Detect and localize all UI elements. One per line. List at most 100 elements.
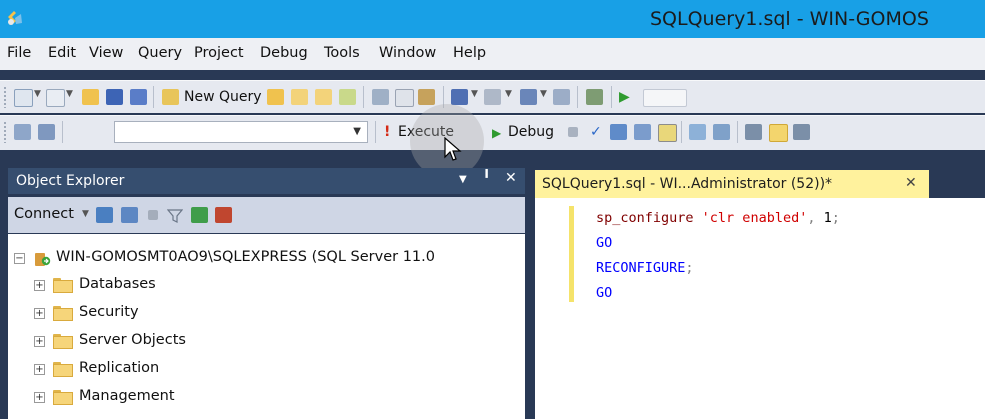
activity-monitor-icon[interactable] — [215, 207, 232, 223]
start-icon[interactable]: ▶ — [619, 89, 636, 105]
navigate-backward-icon[interactable] — [520, 89, 537, 105]
copy-icon[interactable] — [395, 89, 414, 107]
code-line[interactable]: sp_configure 'clr enabled', 1; — [596, 210, 840, 226]
folder-icon — [53, 362, 73, 377]
filter-icon[interactable] — [167, 208, 183, 224]
expand-icon[interactable]: + — [34, 364, 45, 375]
collapse-icon[interactable]: − — [14, 253, 25, 264]
folder-icon — [53, 390, 73, 405]
tree-node-label: Security — [79, 304, 139, 320]
undo-icon[interactable] — [451, 89, 468, 105]
window-title: SQLQuery1.sql - WIN-GOMOS — [650, 8, 929, 30]
display-estimated-plan-icon[interactable] — [610, 124, 627, 140]
undo-dropdown-icon[interactable]: ▼ — [471, 89, 478, 99]
connect-object-explorer-icon[interactable] — [96, 207, 113, 223]
menu-debug[interactable]: Debug — [260, 45, 308, 61]
analysis-mdx-query-icon[interactable] — [291, 89, 308, 105]
debug-button[interactable]: Debug — [508, 124, 554, 140]
pin-icon[interactable]: ╹ — [482, 169, 491, 187]
folder-icon — [53, 334, 73, 349]
menu-bar: File Edit View Query Project Debug Tools… — [0, 38, 985, 70]
tab-sqlquery1[interactable]: SQLQuery1.sql - WI...Administrator (52))… — [535, 170, 929, 198]
new-query-icon — [162, 89, 179, 105]
code-token: RECONFIGURE — [596, 260, 686, 276]
code-token: ; — [685, 260, 694, 276]
menu-edit[interactable]: Edit — [48, 45, 76, 61]
include-actual-plan-icon[interactable] — [745, 124, 762, 140]
expand-icon[interactable]: + — [34, 392, 45, 403]
client-statistics-icon[interactable] — [793, 124, 810, 140]
activity-monitor-icon[interactable] — [586, 89, 603, 105]
ssms-app-icon[interactable] — [6, 9, 24, 27]
expand-icon[interactable]: + — [34, 336, 45, 347]
cancel-query-icon[interactable] — [568, 127, 578, 137]
solution-configuration-select[interactable] — [643, 89, 687, 107]
menu-tools[interactable]: Tools — [324, 45, 360, 61]
stop-icon[interactable] — [148, 210, 158, 220]
live-query-statistics-icon[interactable] — [769, 124, 788, 142]
code-token: GO — [596, 235, 613, 251]
query-editor[interactable]: sp_configure 'clr enabled', 1; GO RECONF… — [535, 198, 985, 419]
connect-button[interactable]: Connect — [14, 206, 74, 222]
results-to-grid-icon[interactable] — [713, 124, 730, 140]
server-node-label: WIN-GOMOSMT0AO9\SQLEXPRESS (SQL Server 1… — [56, 249, 435, 265]
object-explorer-tree: − WIN-GOMOSMT0AO9\SQLEXPRESS (SQL Server… — [8, 234, 525, 419]
xmla-query-icon[interactable] — [339, 89, 356, 105]
object-explorer-title: Object Explorer — [16, 173, 125, 189]
new-project-icon[interactable] — [14, 89, 33, 107]
window-position-dropdown-icon[interactable]: ▼ — [459, 174, 467, 185]
tree-node-label: Server Objects — [79, 332, 186, 348]
code-line[interactable]: GO — [596, 235, 612, 251]
analysis-dmx-query-icon[interactable] — [315, 89, 332, 105]
save-icon[interactable] — [106, 89, 123, 105]
redo-dropdown-icon[interactable]: ▼ — [505, 89, 512, 99]
change-tracking-margin — [569, 206, 574, 302]
database-engine-query-icon[interactable] — [267, 89, 284, 105]
new-query-button[interactable]: New Query — [184, 89, 262, 105]
refresh-icon[interactable] — [191, 207, 208, 223]
add-item-icon[interactable] — [46, 89, 65, 107]
navigate-dropdown-icon[interactable]: ▼ — [540, 89, 547, 99]
sql-editor-toolbar: ▼ ! Execute ▶ Debug ✓ — [0, 115, 985, 150]
expand-icon[interactable]: + — [34, 308, 45, 319]
menu-query[interactable]: Query — [138, 45, 182, 61]
available-databases-select[interactable]: ▼ — [114, 121, 368, 143]
navigate-forward-icon[interactable] — [553, 89, 570, 105]
intellisense-icon[interactable] — [658, 124, 677, 142]
add-item-dropdown-icon[interactable]: ▼ — [66, 89, 73, 99]
new-project-dropdown-icon[interactable]: ▼ — [34, 89, 41, 99]
disconnect-icon[interactable] — [121, 207, 138, 223]
menu-view[interactable]: View — [89, 45, 123, 61]
connect-icon[interactable] — [14, 124, 31, 140]
expand-icon[interactable]: + — [34, 280, 45, 291]
code-token: GO — [596, 285, 613, 301]
code-token: 1 — [823, 210, 832, 226]
results-to-text-icon[interactable] — [689, 124, 706, 140]
code-token: ; — [831, 210, 840, 226]
close-icon[interactable]: ✕ — [905, 175, 917, 191]
paste-icon[interactable] — [418, 89, 435, 105]
folder-icon — [53, 306, 73, 321]
connect-dropdown-icon[interactable]: ▼ — [82, 209, 89, 219]
parse-icon[interactable]: ✓ — [590, 124, 602, 140]
toolbar-grip[interactable] — [3, 86, 7, 108]
query-options-icon[interactable] — [634, 124, 651, 140]
menu-help[interactable]: Help — [453, 45, 486, 61]
tree-node-label: Databases — [79, 276, 156, 292]
cut-icon[interactable] — [372, 89, 389, 105]
toolbar-grip[interactable] — [3, 121, 7, 143]
tree-node-label: Replication — [79, 360, 160, 376]
chevron-down-icon: ▼ — [353, 126, 361, 137]
menu-project[interactable]: Project — [194, 45, 244, 61]
code-token: , — [807, 210, 824, 226]
menu-window[interactable]: Window — [379, 45, 436, 61]
save-all-icon[interactable] — [130, 89, 147, 105]
change-connection-icon[interactable] — [38, 124, 55, 140]
menu-file[interactable]: File — [7, 45, 31, 61]
close-icon[interactable]: ✕ — [505, 170, 517, 186]
code-line[interactable]: RECONFIGURE; — [596, 260, 694, 276]
mouse-cursor-icon — [444, 137, 462, 161]
redo-icon[interactable] — [484, 89, 501, 105]
open-file-icon[interactable] — [82, 89, 99, 105]
code-line[interactable]: GO — [596, 285, 612, 301]
